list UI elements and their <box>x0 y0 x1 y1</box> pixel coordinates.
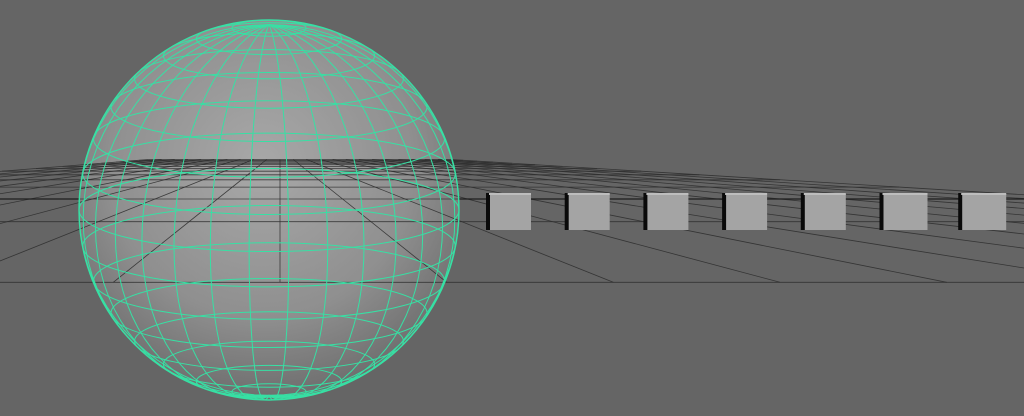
cube-5[interactable] <box>800 193 846 230</box>
cube-front-face <box>962 194 1007 230</box>
cube-top-face <box>489 193 531 195</box>
cube-front-face <box>568 194 610 230</box>
cube-front-face <box>883 194 928 230</box>
cube-front-face <box>804 194 846 230</box>
cube-top-face <box>882 193 928 195</box>
cube-front-face <box>490 194 531 230</box>
cube-top-face <box>646 193 689 195</box>
cube-3[interactable] <box>643 193 689 230</box>
cube-top-face <box>725 193 768 195</box>
cube-top-face <box>567 193 610 195</box>
viewport-canvas[interactable] <box>0 0 1024 416</box>
3d-viewport[interactable] <box>0 0 1024 416</box>
cube-top-face <box>803 193 846 195</box>
cube-front-face <box>726 194 768 230</box>
cube-2[interactable] <box>564 193 610 230</box>
cube-1[interactable] <box>486 193 531 230</box>
cube-6[interactable] <box>879 193 928 230</box>
cube-front-face <box>647 194 689 230</box>
cube-4[interactable] <box>722 193 768 230</box>
cube-7[interactable] <box>958 193 1007 230</box>
cube-top-face <box>961 193 1007 195</box>
